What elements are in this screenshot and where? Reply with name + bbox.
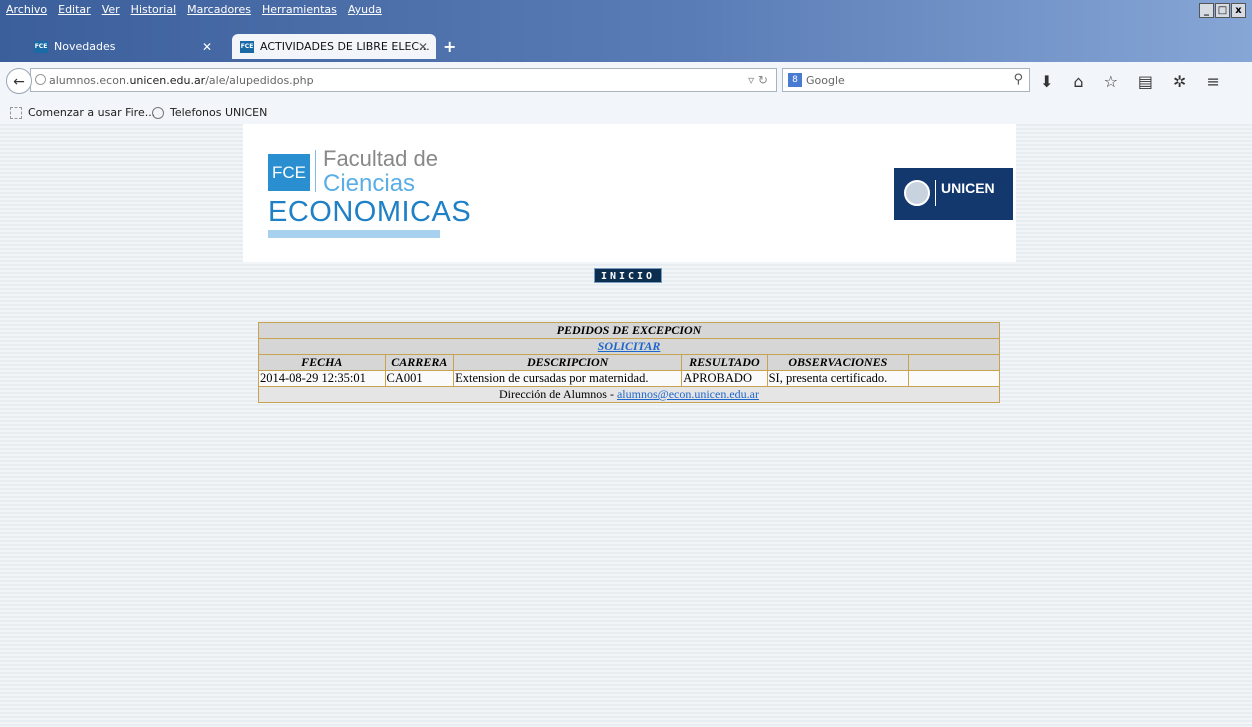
menu-archivo[interactable]: Archivo [6, 3, 47, 19]
tab-novedades[interactable]: FCE Novedades ✕ [24, 34, 220, 59]
menu-ayuda[interactable]: Ayuda [348, 3, 382, 19]
window-controls: _ □ x [1199, 3, 1246, 18]
cell-descripcion: Extension de cursadas por maternidad. [453, 370, 683, 387]
maximize-button[interactable]: □ [1215, 3, 1230, 18]
fce-logo-block: FCE [268, 154, 310, 191]
logo-line-3: ECONOMICAS [268, 196, 472, 228]
menu-herramientas[interactable]: Herramientas [262, 3, 337, 19]
toolbar-icons: ⬇ ⌂ ☆ ▤ ✲ ≡ [1040, 72, 1220, 91]
menu-marcadores[interactable]: Marcadores [187, 3, 251, 19]
addon-icon[interactable]: ✲ [1173, 72, 1186, 91]
menu-editar[interactable]: Editar [58, 3, 91, 19]
inicio-button[interactable]: INICIO [594, 268, 662, 283]
logo-divider [315, 150, 316, 192]
unicen-subtitle-graphic [941, 199, 1011, 207]
pedidos-table: PEDIDOS DE EXCEPCION SOLICITAR FECHA CAR… [258, 322, 1000, 403]
column-header-resultado: RESULTADO [681, 354, 768, 371]
url-host: unicen.edu.ar [129, 73, 206, 87]
url-path: /ale/alupedidos.php [205, 73, 314, 87]
google-icon: 8 [788, 73, 802, 87]
new-tab-button[interactable]: + [443, 37, 456, 56]
menu-icon[interactable]: ≡ [1206, 72, 1219, 91]
unicen-divider [935, 180, 936, 206]
arrow-left-icon: ← [13, 74, 25, 90]
minimize-button[interactable]: _ [1199, 3, 1214, 18]
table-header-row: FECHA CARRERA DESCRIPCION RESULTADO OBSE… [258, 354, 1000, 371]
close-icon[interactable]: ✕ [202, 40, 212, 54]
close-window-button[interactable]: x [1231, 3, 1246, 18]
table-title: PEDIDOS DE EXCEPCION [258, 322, 1000, 339]
menu-ver[interactable]: Ver [102, 3, 120, 19]
bookmark-label: Telefonos UNICEN [170, 106, 268, 119]
cell-fecha: 2014-08-29 12:35:01 [258, 370, 386, 387]
unicen-seal-icon [904, 180, 930, 206]
back-button[interactable]: ← [6, 68, 32, 94]
search-bar[interactable]: 8 Google ⚲ [782, 68, 1030, 92]
address-bar[interactable]: alumnos.econ. unicen.edu.ar/ale/alupedido… [30, 68, 777, 92]
logo-line-2: Ciencias [323, 170, 416, 197]
search-icon[interactable]: ⚲ [1013, 72, 1023, 87]
download-icon[interactable]: ⬇ [1040, 72, 1053, 91]
unicen-name: UNICEN [941, 180, 995, 196]
unicen-logo: UNICEN [894, 168, 1013, 220]
url-prefix: alumnos.econ. [49, 73, 130, 87]
bookmark-label: Comenzar a usar Fire... [28, 106, 156, 119]
logo-underline [268, 230, 440, 238]
reload-icon[interactable]: ▿ ↻ [748, 73, 768, 87]
column-header-carrera: CARRERA [384, 354, 455, 371]
footer-row: Dirección de Alumnos - alumnos@econ.unic… [258, 386, 1000, 403]
bookmark-telefonos[interactable]: Telefonos UNICEN [152, 106, 267, 119]
close-icon[interactable]: ✕ [418, 40, 428, 54]
page-content: FCE Facultad de Ciencias ECONOMICAS UNIC… [0, 124, 1252, 727]
fce-favicon-icon: FCE [34, 40, 48, 53]
cell-empty [908, 370, 1000, 387]
cell-carrera: CA001 [384, 370, 455, 387]
bookmark-comenzar[interactable]: Comenzar a usar Fire... [10, 106, 155, 119]
bookmarks-toolbar: Comenzar a usar Fire... Telefonos UNICEN [0, 100, 1252, 125]
column-header-descripcion: DESCRIPCION [453, 354, 683, 371]
solicitar-row: SOLICITAR [258, 338, 1000, 355]
search-placeholder: Google [806, 73, 845, 87]
cell-resultado: APROBADO [681, 370, 768, 387]
navigation-toolbar: alumnos.econ. unicen.edu.ar/ale/alupedido… [0, 62, 1252, 101]
solicitar-link[interactable]: SOLICITAR [598, 339, 661, 353]
browser-titlebar: Archivo Editar Ver Historial Marcadores … [0, 0, 1252, 62]
table-row: 2014-08-29 12:35:01 CA001 Extension de c… [258, 370, 1000, 387]
home-icon[interactable]: ⌂ [1073, 72, 1083, 91]
tab-label: Novedades [54, 40, 116, 53]
column-header-fecha: FECHA [258, 354, 386, 371]
tab-actividades[interactable]: FCE ACTIVIDADES DE LIBRE ELEC... ✕ [232, 34, 436, 59]
star-icon[interactable]: ☆ [1104, 72, 1118, 91]
bookmarks-icon[interactable]: ▤ [1138, 72, 1153, 91]
unicen-seal-icon [152, 106, 164, 119]
cell-observaciones: SI, presenta certificado. [766, 370, 910, 387]
logo-line-1: Facultad de [323, 146, 438, 171]
footer-text: Dirección de Alumnos - [499, 387, 617, 401]
column-header-observaciones: OBSERVACIONES [766, 354, 910, 371]
page-header: FCE Facultad de Ciencias ECONOMICAS UNIC… [243, 124, 1016, 262]
menu-bar: Archivo Editar Ver Historial Marcadores … [6, 3, 382, 19]
column-header-empty [908, 354, 1000, 371]
footer-email-link[interactable]: alumnos@econ.unicen.edu.ar [617, 387, 759, 401]
globe-icon [35, 74, 46, 85]
page-icon [10, 106, 22, 119]
menu-historial[interactable]: Historial [131, 3, 176, 19]
table-title-row: PEDIDOS DE EXCEPCION [258, 322, 1000, 339]
fce-favicon-icon: FCE [240, 40, 254, 53]
tab-label: ACTIVIDADES DE LIBRE ELEC... [260, 40, 430, 53]
